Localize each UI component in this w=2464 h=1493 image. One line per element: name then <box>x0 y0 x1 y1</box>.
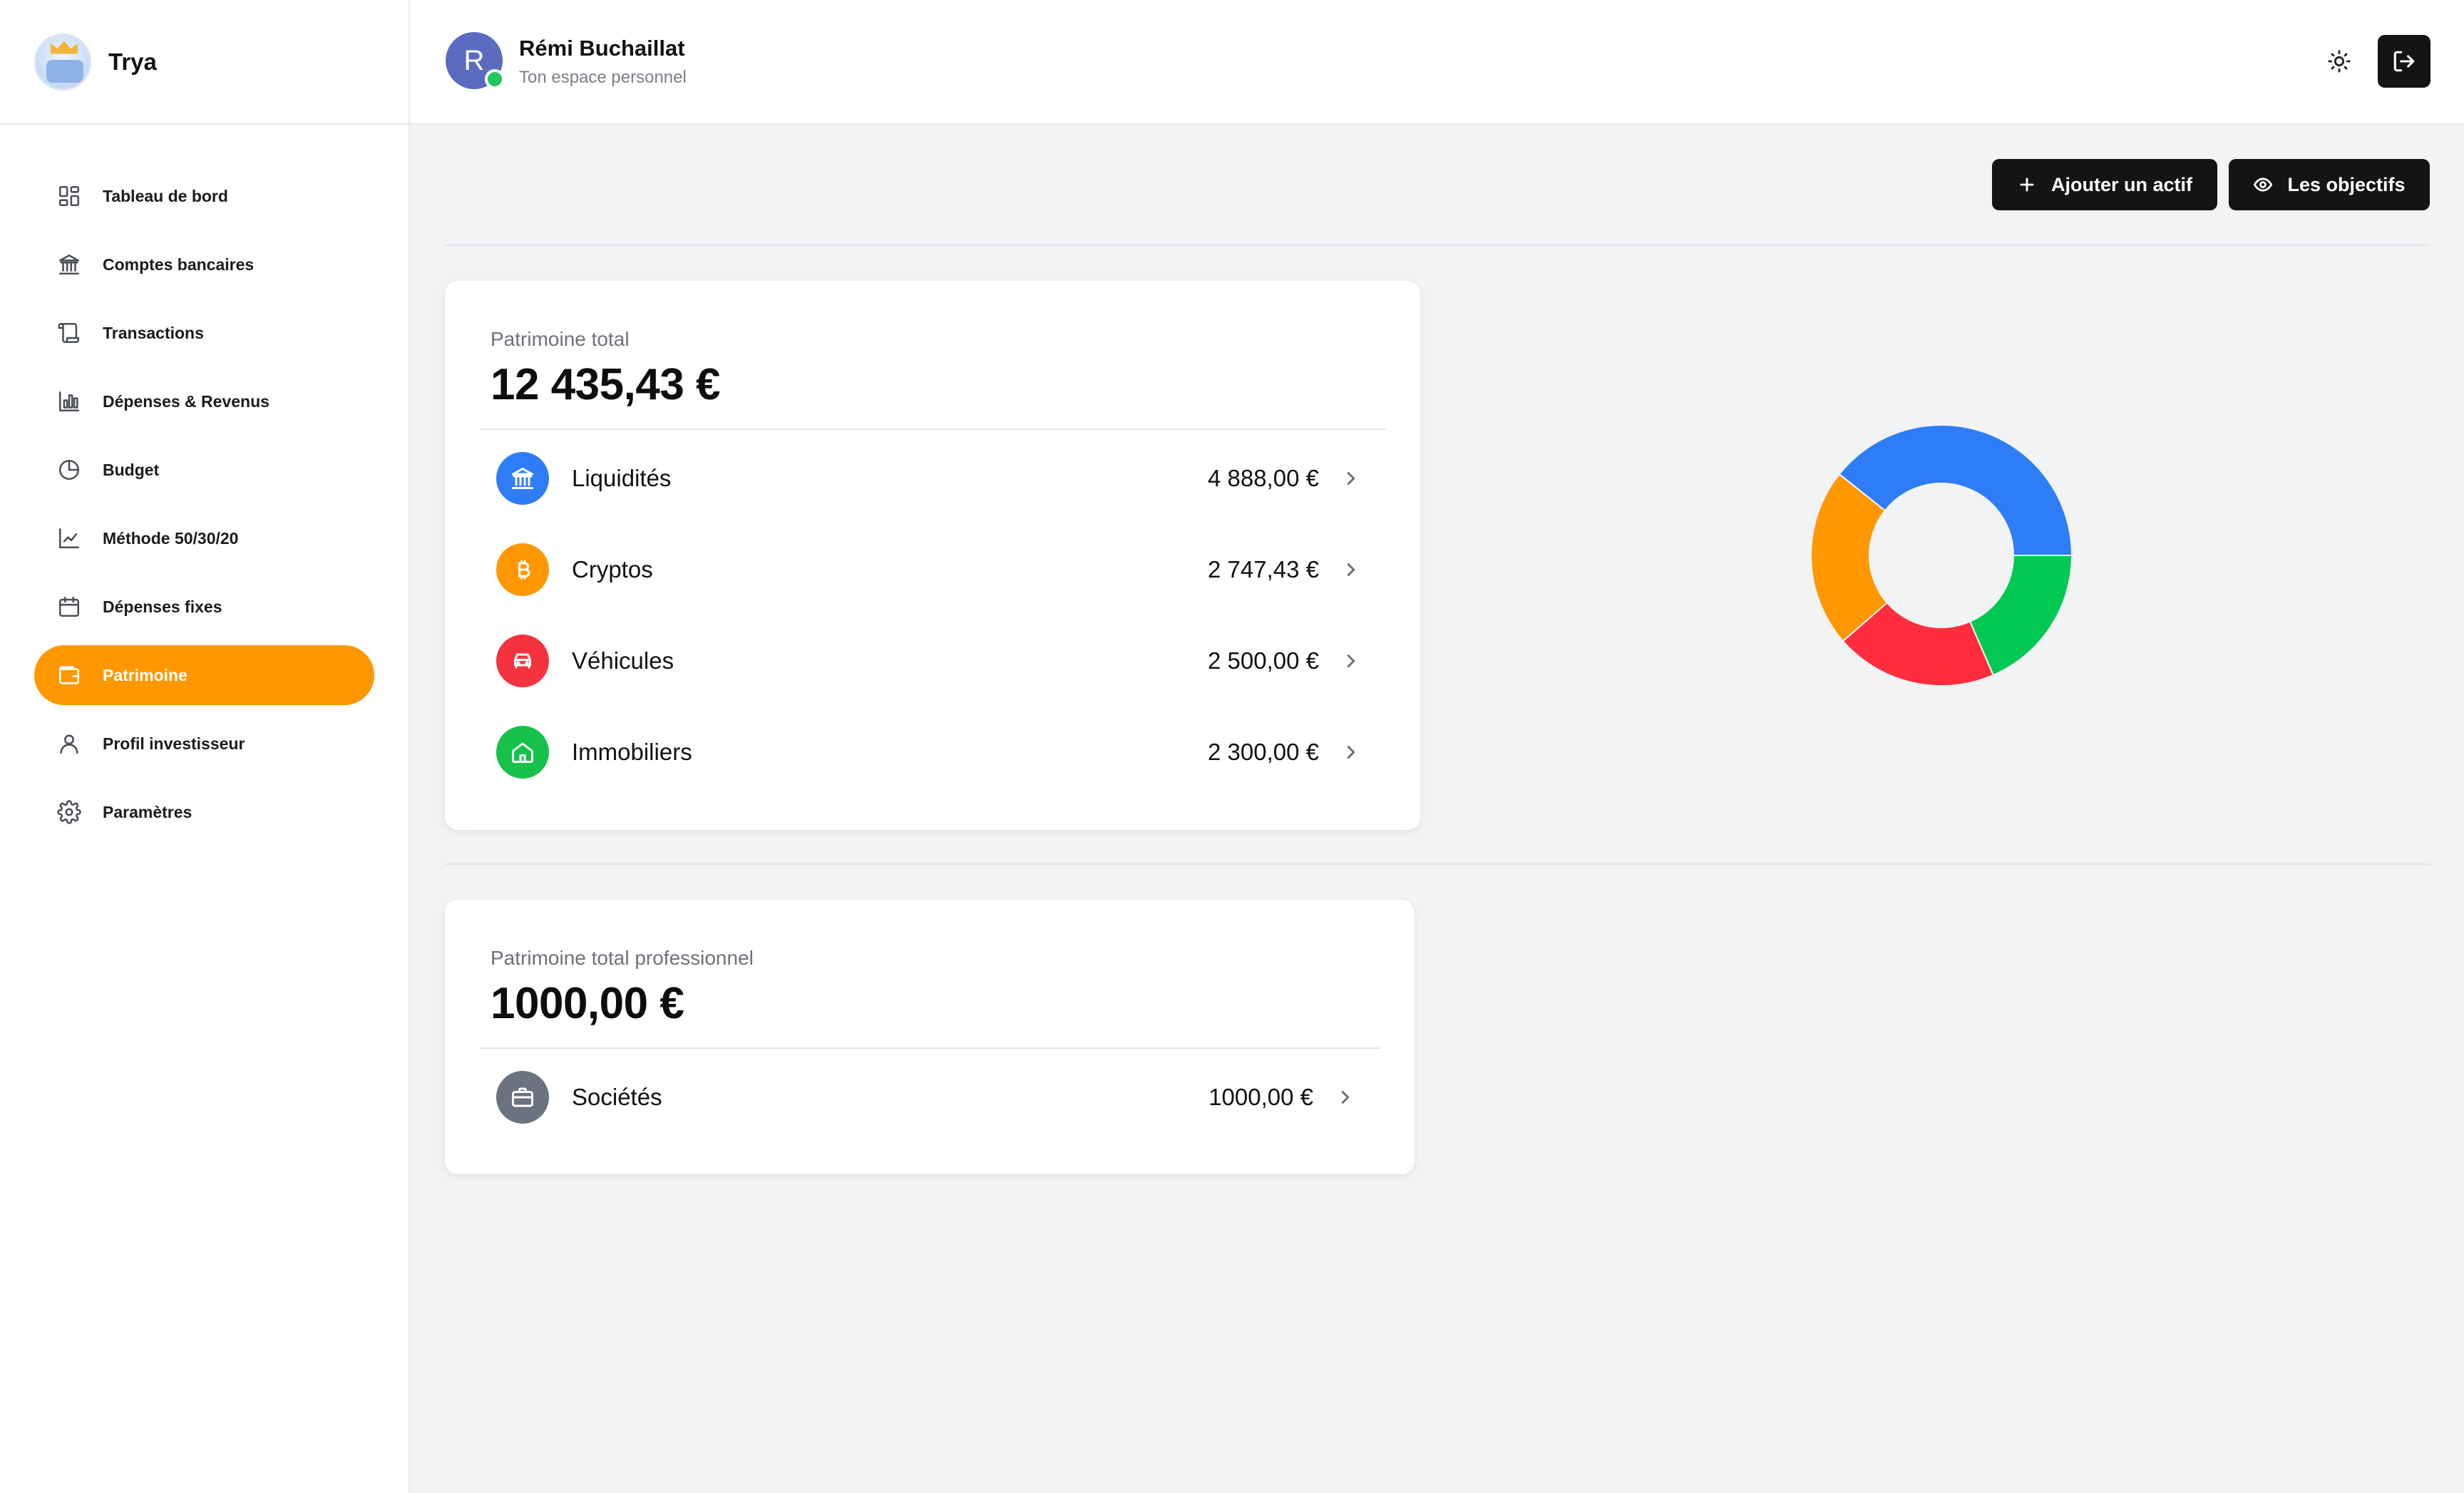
user-name: Rémi Buchaillat <box>519 36 685 61</box>
online-status-dot <box>485 69 505 89</box>
asset-name: Cryptos <box>572 556 653 583</box>
user-subtitle: Ton espace personnel <box>519 68 687 87</box>
sidebar-item-label: Transactions <box>103 323 204 342</box>
asset-row-immobiliers[interactable]: Immobiliers 2 300,00 € <box>479 707 1386 798</box>
sidebar-item-label: Dépenses & Revenus <box>103 391 270 411</box>
gear-icon <box>57 800 81 824</box>
goals-button[interactable]: Les objectifs <box>2229 159 2430 210</box>
asset-name: Immobiliers <box>572 739 692 765</box>
sidebar-item-profil-investisseur[interactable]: Profil investisseur <box>34 714 374 774</box>
brand-logo <box>34 33 91 91</box>
bank-icon <box>58 254 80 275</box>
asset-icon-badge <box>496 635 549 687</box>
logout-button[interactable] <box>2378 35 2430 88</box>
asset-icon-badge <box>496 726 549 779</box>
card-divider <box>479 1047 1380 1049</box>
sidebar-item-tableau-de-bord[interactable]: Tableau de bord <box>34 166 374 226</box>
asset-name: Liquidités <box>572 465 672 491</box>
personal-wealth-card: Patrimoine total 12 435,43 € Liquidités … <box>445 281 1420 830</box>
card-label: Patrimoine total <box>491 328 630 350</box>
add-asset-label: Ajouter un actif <box>2050 173 2192 195</box>
asset-row-societes[interactable]: Sociétés 1000,00 € <box>479 1052 1380 1143</box>
professional-wealth-card: Patrimoine total professionnel 1000,00 €… <box>445 900 1415 1174</box>
briefcase-icon <box>512 1087 533 1107</box>
sidebar-item-label: Budget <box>103 460 160 479</box>
asset-name: Véhicules <box>572 647 674 674</box>
card-total: 12 435,43 € <box>491 360 721 409</box>
sidebar-item-label: Patrimoine <box>103 665 188 684</box>
sidebar-item-label: Dépenses fixes <box>103 597 222 616</box>
chevron-right-icon <box>1335 1087 1356 1108</box>
home-icon <box>512 742 533 763</box>
sidebar-item-depenses-revenus[interactable]: Dépenses & Revenus <box>34 371 374 431</box>
wallet-icon <box>58 666 80 684</box>
avatar[interactable]: R <box>446 32 505 89</box>
plus-icon <box>2020 178 2034 192</box>
card-label: Patrimoine total professionnel <box>491 947 754 969</box>
user-icon <box>60 734 78 754</box>
wealth-donut-chart <box>1811 425 2072 686</box>
eye-icon <box>2254 178 2273 192</box>
asset-amount: 4 888,00 € <box>1208 465 1319 491</box>
sidebar-item-depenses-fixes[interactable]: Dépenses fixes <box>34 577 374 637</box>
sidebar-item-transactions[interactable]: Transactions <box>34 303 374 363</box>
asset-amount: 2 300,00 € <box>1208 739 1319 765</box>
asset-icon-badge <box>496 1071 549 1124</box>
bank-icon <box>512 468 533 489</box>
goals-label: Les objectifs <box>2287 173 2406 195</box>
line-chart-icon <box>58 528 80 549</box>
scroll-icon <box>58 322 80 344</box>
calendar-icon <box>58 596 80 617</box>
card-divider <box>479 429 1386 430</box>
chevron-right-icon <box>1340 468 1362 489</box>
theme-toggle-button[interactable] <box>2314 36 2365 87</box>
asset-row-liquidites[interactable]: Liquidités 4 888,00 € <box>479 433 1386 524</box>
donut-slice-liquidites[interactable] <box>1838 425 2072 556</box>
avatar-letter: R <box>463 44 485 76</box>
car-icon <box>514 653 531 669</box>
sidebar-item-budget[interactable]: Budget <box>34 440 374 500</box>
add-asset-button[interactable]: Ajouter un actif <box>1992 159 2217 210</box>
sidebar-item-label: Comptes bancaires <box>103 255 255 274</box>
logout-icon <box>2393 51 2415 72</box>
brand[interactable]: Trya <box>0 0 409 125</box>
sidebar-item-methode-50-30-20[interactable]: Méthode 50/30/20 <box>34 508 374 568</box>
sidebar-item-parametres[interactable]: Paramètres <box>34 782 374 842</box>
asset-amount: 1000,00 € <box>1208 1084 1313 1110</box>
card-total: 1000,00 € <box>491 979 684 1028</box>
divider <box>445 245 2430 246</box>
chevron-right-icon <box>1340 559 1362 580</box>
asset-icon-badge <box>496 452 549 505</box>
divider <box>445 863 2430 865</box>
sidebar-item-label: Paramètres <box>103 802 192 821</box>
pie-chart-icon <box>58 459 80 481</box>
brand-name: Trya <box>108 48 157 75</box>
sidebar-item-patrimoine[interactable]: Patrimoine <box>34 645 374 705</box>
bitcoin-icon <box>518 560 530 580</box>
asset-row-cryptos[interactable]: Cryptos 2 747,43 € <box>479 524 1386 615</box>
asset-row-vehicules[interactable]: Véhicules 2 500,00 € <box>479 615 1386 707</box>
sidebar-item-label: Profil investisseur <box>103 734 245 753</box>
top-header: R Rémi Buchaillat Ton espace personnel <box>410 0 2464 125</box>
chevron-right-icon <box>1340 742 1362 763</box>
sidebar-item-label: Tableau de bord <box>103 186 228 205</box>
sidebar-item-comptes-bancaires[interactable]: Comptes bancaires <box>34 235 374 294</box>
sidebar: Trya Tableau de bord Comptes bancaires T… <box>0 0 410 1493</box>
chevron-right-icon <box>1340 650 1362 672</box>
bar-chart-icon <box>58 391 80 412</box>
dashboard-icon <box>58 185 80 207</box>
asset-icon-badge <box>496 543 549 596</box>
sidebar-item-label: Méthode 50/30/20 <box>103 528 239 548</box>
sun-icon <box>2328 50 2351 73</box>
sidebar-nav: Tableau de bord Comptes bancaires Transa… <box>0 125 409 842</box>
asset-name: Sociétés <box>572 1084 662 1110</box>
asset-amount: 2 500,00 € <box>1208 647 1319 674</box>
asset-amount: 2 747,43 € <box>1208 556 1319 583</box>
